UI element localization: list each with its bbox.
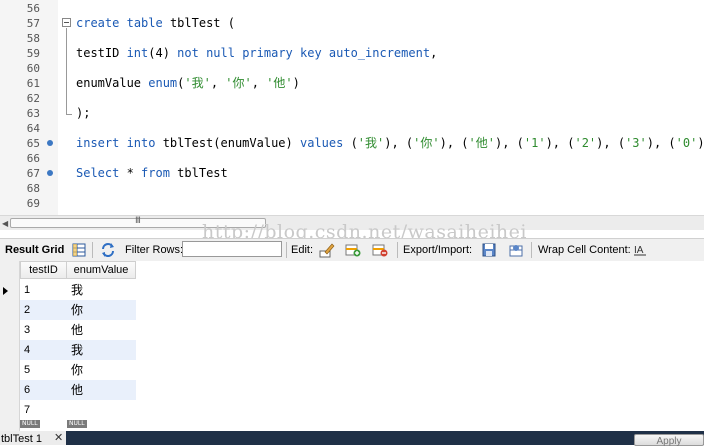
code-line[interactable]: 58 bbox=[0, 31, 704, 46]
line-number: 59 bbox=[26, 47, 40, 60]
null-badge: NULL bbox=[67, 420, 87, 428]
column-header-enumvalue[interactable]: enumValue bbox=[66, 261, 136, 279]
result-grid-label[interactable]: Result Grid bbox=[5, 243, 64, 257]
cell-enumvalue[interactable]: 他 bbox=[71, 320, 83, 340]
toolbar-separator bbox=[397, 242, 398, 258]
table-row[interactable]: 1 我 bbox=[20, 280, 136, 300]
table-row[interactable]: 4 我 bbox=[20, 340, 136, 360]
table-row[interactable]: 6 他 bbox=[20, 380, 136, 400]
code-line[interactable]: 60 bbox=[0, 61, 704, 76]
result-tab-bar: tblTest 1 ✕ Apply bbox=[0, 431, 704, 447]
toolbar-separator bbox=[92, 242, 93, 258]
cell-testid[interactable]: 3 bbox=[24, 320, 30, 340]
filter-rows-label: Filter Rows: bbox=[125, 244, 184, 256]
fold-toggle-icon[interactable] bbox=[62, 18, 71, 27]
code-text: testID int(4) not null primary key auto_… bbox=[76, 46, 438, 60]
svg-text:IA: IA bbox=[634, 245, 644, 256]
refresh-icon[interactable] bbox=[100, 242, 116, 258]
tab-tbltest-1[interactable]: tblTest 1 ✕ bbox=[0, 431, 66, 445]
line-number: 66 bbox=[26, 152, 40, 165]
grid-view-icon[interactable] bbox=[71, 242, 87, 258]
new-row-placeholder[interactable]: NULL NULL bbox=[20, 420, 136, 431]
cell-testid[interactable]: 1 bbox=[24, 280, 30, 300]
line-number: 69 bbox=[26, 197, 40, 210]
current-row-arrow-icon bbox=[3, 287, 8, 295]
import-icon[interactable] bbox=[508, 242, 524, 258]
cell-testid[interactable]: 6 bbox=[24, 380, 30, 400]
code-text: insert into tblTest(enumValue) values ('… bbox=[76, 136, 704, 150]
line-number: 67 bbox=[26, 167, 40, 180]
add-row-icon[interactable] bbox=[345, 242, 361, 258]
scrollbar-grip: III bbox=[135, 216, 141, 226]
cell-testid[interactable]: 5 bbox=[24, 360, 30, 380]
edit-label: Edit: bbox=[291, 244, 314, 256]
table-row[interactable]: 3 他 bbox=[20, 320, 136, 340]
toolbar-separator bbox=[286, 242, 287, 258]
code-line[interactable]: 64 bbox=[0, 121, 704, 136]
line-number: 64 bbox=[26, 122, 40, 135]
toolbar-separator bbox=[531, 242, 532, 258]
cell-testid[interactable]: 7 bbox=[24, 400, 30, 420]
wrap-cell-content-label: Wrap Cell Content: bbox=[538, 244, 631, 256]
code-line[interactable]: 67 Select * from tblTest bbox=[0, 166, 704, 181]
cell-enumvalue[interactable]: 我 bbox=[71, 340, 83, 360]
delete-row-icon[interactable] bbox=[372, 242, 388, 258]
line-number: 62 bbox=[26, 92, 40, 105]
fold-guide-end bbox=[66, 114, 72, 115]
scroll-left-arrow-icon[interactable]: ◀ bbox=[2, 219, 8, 228]
cell-enumvalue[interactable]: 你 bbox=[71, 360, 83, 380]
result-toolbar: Result Grid Filter Rows: Edit: Export/Im… bbox=[0, 238, 704, 262]
cell-enumvalue[interactable]: 你 bbox=[71, 300, 83, 320]
export-icon[interactable] bbox=[481, 242, 497, 258]
line-number: 58 bbox=[26, 32, 40, 45]
code-line[interactable]: 57 create table tblTest ( bbox=[0, 16, 704, 31]
cell-enumvalue[interactable]: 他 bbox=[71, 380, 83, 400]
code-text: enumValue enum('我', '你', '他') bbox=[76, 76, 300, 90]
code-line[interactable]: 61 enumValue enum('我', '你', '他') bbox=[0, 76, 704, 91]
cell-testid[interactable]: 4 bbox=[24, 340, 30, 360]
table-row[interactable]: 5 你 bbox=[20, 360, 136, 380]
code-line[interactable]: 62 bbox=[0, 91, 704, 106]
code-line[interactable]: 63 ); bbox=[0, 106, 704, 121]
code-line[interactable]: 65 insert into tblTest(enumValue) values… bbox=[0, 136, 704, 151]
statement-marker-icon[interactable] bbox=[47, 170, 53, 176]
cell-enumvalue[interactable]: 我 bbox=[71, 280, 83, 300]
table-row[interactable]: 7 bbox=[20, 400, 136, 420]
cell-testid[interactable]: 2 bbox=[24, 300, 30, 320]
line-number: 56 bbox=[26, 2, 40, 15]
null-badge: NULL bbox=[20, 420, 40, 428]
code-line[interactable]: 66 bbox=[0, 151, 704, 166]
code-text: ); bbox=[76, 106, 91, 120]
code-line[interactable]: 69 bbox=[0, 196, 704, 211]
code-line[interactable]: 59 testID int(4) not null primary key au… bbox=[0, 46, 704, 61]
code-line[interactable]: 56 bbox=[0, 1, 704, 16]
line-number: 57 bbox=[26, 17, 40, 30]
line-number: 65 bbox=[26, 137, 40, 150]
line-number: 60 bbox=[26, 62, 40, 75]
code-text: create table tblTest ( bbox=[76, 16, 235, 30]
line-number: 63 bbox=[26, 107, 40, 120]
sql-editor[interactable]: 56 57 create table tblTest ( 58 59 testI… bbox=[0, 0, 704, 215]
export-import-label: Export/Import: bbox=[403, 244, 473, 256]
statement-marker-icon[interactable] bbox=[47, 140, 53, 146]
filter-rows-input[interactable] bbox=[182, 241, 282, 257]
code-line[interactable]: 68 bbox=[0, 181, 704, 196]
line-number: 61 bbox=[26, 77, 40, 90]
apply-button[interactable]: Apply bbox=[634, 434, 704, 447]
table-row[interactable]: 2 你 bbox=[20, 300, 136, 320]
column-header-testid[interactable]: testID bbox=[20, 261, 67, 279]
line-number: 68 bbox=[26, 182, 40, 195]
result-grid[interactable]: testID enumValue 1 我 2 你 3 他 4 我 5 你 6 他… bbox=[0, 261, 704, 431]
wrap-text-icon[interactable]: IA bbox=[632, 242, 648, 258]
edit-cell-icon[interactable] bbox=[319, 242, 335, 258]
code-text: Select * from tblTest bbox=[76, 166, 228, 180]
close-icon[interactable]: ✕ bbox=[54, 430, 63, 446]
fold-guide bbox=[66, 28, 67, 114]
